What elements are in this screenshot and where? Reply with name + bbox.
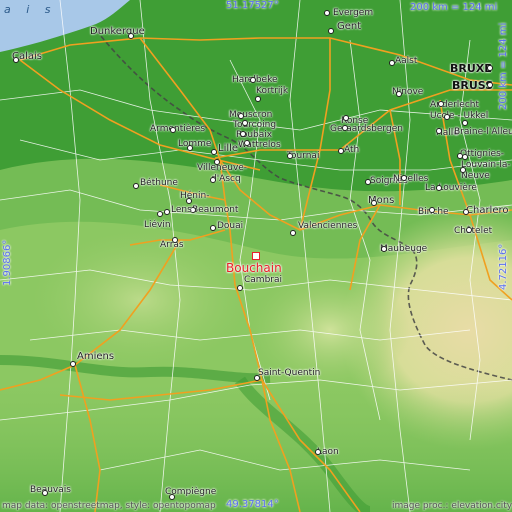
- city-dot: [463, 209, 469, 215]
- city-label[interactable]: Lens: [171, 206, 192, 215]
- city-dot: [214, 159, 220, 165]
- city-dot: [170, 127, 176, 133]
- city-dot: [429, 207, 435, 213]
- city-dot: [42, 490, 48, 496]
- coordinate-top: 51.17527°: [226, 0, 279, 11]
- coordinate-right: 4.72116°: [498, 243, 509, 290]
- city-label[interactable]: Charlero: [466, 206, 509, 216]
- city-label[interactable]: Aalst: [395, 57, 417, 66]
- city-label[interactable]: Beauvais: [30, 486, 71, 495]
- city-dot: [255, 96, 261, 102]
- city-dot: [169, 494, 175, 500]
- city-dot: [466, 227, 472, 233]
- city-label[interactable]: Mouscron: [229, 111, 272, 120]
- city-dot: [438, 101, 444, 107]
- city-dot: [187, 145, 193, 151]
- city-dot: [290, 230, 296, 236]
- city-label[interactable]: Beaumont: [192, 206, 238, 215]
- city-dot: [487, 65, 493, 71]
- city-label[interactable]: Arras: [160, 241, 184, 250]
- city-dot: [338, 148, 344, 154]
- city-dot: [242, 120, 248, 126]
- city-dot: [211, 149, 217, 155]
- city-dot: [172, 237, 178, 243]
- city-label[interactable]: Dunkerque: [90, 27, 145, 37]
- city-label[interactable]: Ath: [344, 146, 359, 155]
- city-label[interactable]: Saint-Quentin: [258, 369, 320, 378]
- city-dot: [238, 113, 244, 119]
- city-dot: [237, 285, 243, 291]
- city-dot: [444, 114, 450, 120]
- city-dot: [70, 361, 76, 367]
- city-dot: [287, 153, 293, 159]
- city-label[interactable]: Lomme: [178, 140, 211, 149]
- city-dot: [460, 167, 466, 173]
- scale-vertical: 200 km = 124 mi: [498, 22, 509, 110]
- city-label[interactable]: La Louvière: [425, 184, 477, 193]
- city-label[interactable]: Valenciennes: [298, 222, 357, 231]
- city-dot: [324, 10, 330, 16]
- city-label[interactable]: Braine-l'Alleud: [454, 128, 512, 137]
- city-label[interactable]: Armentières: [150, 125, 205, 134]
- city-dot: [133, 183, 139, 189]
- city-dot: [487, 82, 493, 88]
- city-dot: [371, 200, 377, 206]
- city-label[interactable]: Gent: [337, 22, 361, 32]
- city-dot: [210, 177, 216, 183]
- city-label[interactable]: Châtelet: [454, 227, 492, 236]
- city-dot: [342, 125, 348, 131]
- city-label[interactable]: Geraardsbergen: [330, 125, 403, 134]
- city-dot: [315, 449, 321, 455]
- city-dot: [365, 179, 371, 185]
- place-marker[interactable]: [252, 252, 260, 260]
- city-label[interactable]: Hénin-: [180, 192, 209, 201]
- city-dot: [436, 185, 442, 191]
- coordinate-left: 1.90866°: [2, 239, 13, 286]
- city-dot: [462, 120, 468, 126]
- city-label[interactable]: Neuve: [461, 172, 490, 181]
- city-label[interactable]: Evergem: [333, 9, 373, 18]
- city-dot: [462, 154, 468, 160]
- city-label[interactable]: Louvain-la-: [461, 161, 511, 170]
- city-dot: [157, 211, 163, 217]
- city-dot: [389, 60, 395, 66]
- sea-label: a i s: [4, 3, 57, 16]
- city-label[interactable]: BRUXE: [450, 63, 492, 74]
- city-label[interactable]: Amiens: [77, 352, 114, 362]
- attribution-elevation: image proc.: elevation.city: [392, 501, 512, 511]
- city-label[interactable]: Lille: [218, 144, 238, 154]
- upland-area: [30, 230, 250, 370]
- city-label[interactable]: Béthune: [140, 179, 178, 188]
- city-dot: [381, 246, 387, 252]
- city-label[interactable]: Tourcoing: [233, 121, 276, 130]
- city-dot: [13, 57, 19, 63]
- place-name-label: Bouchain: [226, 261, 282, 275]
- city-dot: [210, 225, 216, 231]
- scale-horizontal: 200 km = 124 mi: [410, 2, 498, 13]
- coordinate-bottom: 49.37814°: [226, 499, 279, 510]
- city-label[interactable]: Liévin: [144, 221, 171, 230]
- city-label[interactable]: Uccle - Ukkel: [430, 112, 488, 121]
- city-dot: [343, 115, 349, 121]
- city-dot: [164, 209, 170, 215]
- city-label[interactable]: Douai: [217, 222, 243, 231]
- city-label[interactable]: Cambrai: [244, 276, 282, 285]
- city-label[interactable]: Kortrijk: [256, 87, 288, 96]
- city-dot: [401, 175, 407, 181]
- city-dot: [436, 128, 442, 134]
- city-dot: [240, 131, 246, 137]
- city-label[interactable]: Maubeuge: [380, 245, 427, 254]
- city-dot: [328, 28, 334, 34]
- city-dot: [128, 33, 134, 39]
- city-dot: [254, 375, 260, 381]
- city-dot: [396, 91, 402, 97]
- city-dot: [250, 77, 256, 83]
- city-dot: [186, 198, 192, 204]
- city-dot: [244, 140, 250, 146]
- city-label[interactable]: Villeneuve-: [197, 164, 247, 173]
- attribution-osm: map data: openstreetmap, style: opentopo…: [2, 501, 216, 511]
- city-label[interactable]: Nivelles: [393, 175, 428, 184]
